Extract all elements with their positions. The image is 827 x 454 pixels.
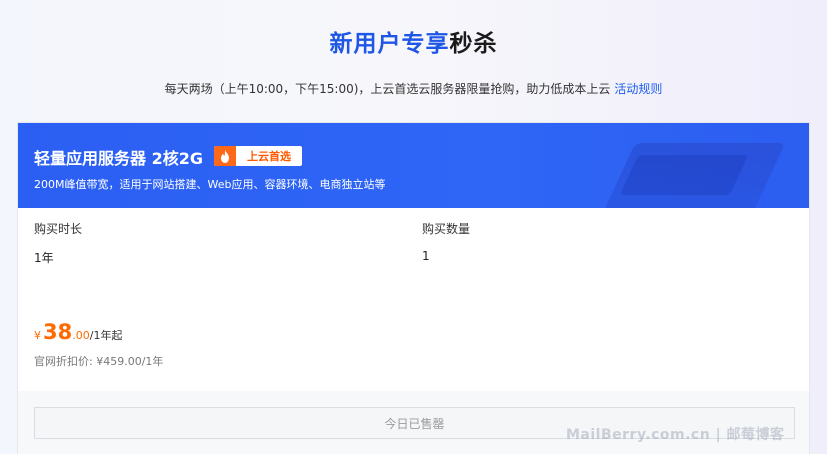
product-name: 轻量应用服务器 2核2G <box>34 149 203 168</box>
page: 新用户专享秒杀 每天两场（上午10:00，下午15:00)，上云首选云服务器限量… <box>0 0 827 454</box>
sale-price: ¥38.00/1年起 <box>34 320 122 344</box>
product-card: 轻量应用服务器 2核2G 上云首选 200M峰值带宽，适用于网站搭建、Web应用… <box>17 122 810 454</box>
subtitle-text: 每天两场（上午10:00，下午15:00)，上云首选云服务器限量抢购，助力低成本… <box>164 82 611 96</box>
flame-icon <box>214 146 236 166</box>
title-rest: 秒杀 <box>449 31 498 57</box>
page-title: 新用户专享秒杀 <box>0 24 827 58</box>
price-decimal: .00 <box>72 329 90 342</box>
rules-link[interactable]: 活动规则 <box>614 82 662 96</box>
original-price: 官网折扣价: ¥459.00/1年 <box>34 355 164 368</box>
price-integer: 38 <box>43 320 73 344</box>
title-highlight: 新用户专享 <box>329 31 450 57</box>
quantity-input[interactable]: 1 <box>422 249 430 263</box>
duration-label: 购买时长 <box>34 222 83 236</box>
price-currency: ¥ <box>34 329 41 342</box>
server-illustration-inner <box>619 155 749 195</box>
duration-select[interactable]: 1年 <box>34 249 54 266</box>
watermark: MailBerry.com.cn | 邮莓博客 <box>566 427 785 443</box>
badge-label: 上云首选 <box>247 150 291 163</box>
top-choice-badge: 上云首选 <box>214 146 302 166</box>
product-card-header: 轻量应用服务器 2核2G 上云首选 200M峰值带宽，适用于网站搭建、Web应用… <box>18 123 809 208</box>
activity-subtitle: 每天两场（上午10:00，下午15:00)，上云首选云服务器限量抢购，助力低成本… <box>0 80 827 97</box>
price-unit: /1年起 <box>89 329 123 342</box>
product-description: 200M峰值带宽，适用于网站搭建、Web应用、容器环境、电商独立站等 <box>34 178 386 191</box>
quantity-label: 购买数量 <box>422 222 471 236</box>
